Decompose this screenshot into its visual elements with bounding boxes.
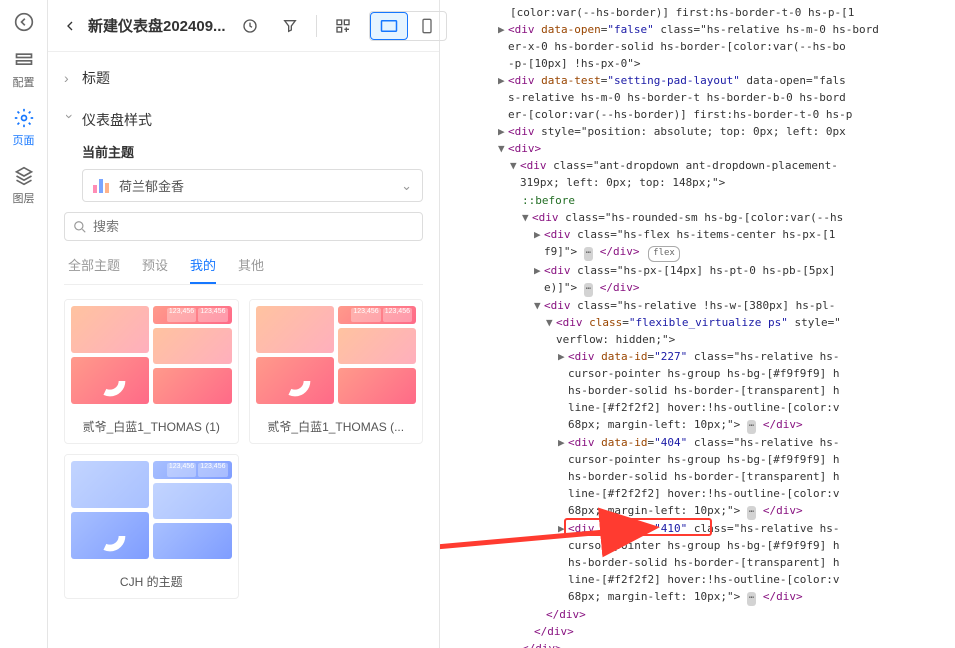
section-label: 仪表盘样式 — [82, 110, 152, 130]
section-label: 标题 — [82, 68, 110, 88]
selected-theme-name: 荷兰郁金香 — [119, 176, 391, 195]
header-bar: 新建仪表盘202409... — [48, 0, 439, 52]
tab-mine[interactable]: 我的 — [190, 255, 216, 284]
sidebar-config[interactable]: 配置 — [13, 50, 35, 90]
chevron-down-icon: › — [62, 114, 78, 126]
theme-card-label: CJH 的主题 — [65, 565, 238, 598]
dom-node-line[interactable]: 68px; margin-left: 10px;"> ⋯ </div> — [440, 588, 955, 606]
theme-card[interactable]: 123,456123,456 CJH 的主题 — [64, 454, 239, 599]
filter-icon[interactable] — [276, 12, 304, 40]
theme-card[interactable]: 123,456123,456 贰爷_白蓝1_THOMAS (... — [249, 299, 424, 444]
back-button[interactable] — [62, 18, 78, 34]
dom-node-line[interactable]: ▶<div class="hs-px-[14px] hs-pt-0 hs-pb-… — [440, 262, 955, 279]
dom-node-line[interactable]: hs-border-solid hs-border-[transparent] … — [440, 468, 955, 485]
dom-node-line[interactable]: er-[color:var(--hs-border)] first:hs-bor… — [440, 106, 955, 123]
dom-node-line[interactable]: cursor-pointer hs-group hs-bg-[#f9f9f9] … — [440, 537, 955, 554]
dom-node-line[interactable]: ▶<div style="position: absolute; top: 0p… — [440, 123, 955, 140]
dom-node-line[interactable]: er-x-0 hs-border-solid hs-border-[color:… — [440, 38, 955, 55]
dom-node-line[interactable]: ▼<div class="hs-rounded-sm hs-bg-[color:… — [440, 209, 955, 226]
dom-node-line[interactable]: -p-[10px] !hs-px-0"> — [440, 55, 955, 72]
theme-select-dropdown[interactable]: 荷兰郁金香 ⌄ — [82, 169, 423, 202]
settings-panel: 新建仪表盘202409... — [48, 0, 440, 648]
sidebar-label: 页面 — [13, 132, 35, 148]
theme-card-label: 贰爷_白蓝1_THOMAS (... — [250, 410, 423, 443]
devtools-elements-panel[interactable]: [color:var(--hs-border)] first:hs-border… — [440, 0, 955, 648]
dom-node-line[interactable]: 319px; left: 0px; top: 148px;"> — [440, 174, 955, 191]
tab-all[interactable]: 全部主题 — [68, 255, 120, 284]
dom-node-line[interactable]: ::before — [440, 192, 955, 209]
dom-node-line[interactable]: ▼<div class="hs-relative !hs-w-[380px] h… — [440, 297, 955, 314]
dom-node-line[interactable]: line-[#f2f2f2] hover:!hs-outline-[color:… — [440, 399, 955, 416]
dom-node-line[interactable]: cursor-pointer hs-group hs-bg-[#f9f9f9] … — [440, 451, 955, 468]
dom-node-line[interactable]: 68px; margin-left: 10px;"> ⋯ </div> — [440, 416, 955, 434]
search-input[interactable] — [93, 219, 414, 234]
dom-node-line[interactable]: verflow: hidden;"> — [440, 331, 955, 348]
dom-node-line[interactable]: ▶<div data-id="410" class="hs-relative h… — [440, 520, 955, 537]
style-section-toggle[interactable]: › 仪表盘样式 — [64, 104, 423, 136]
dom-node-line[interactable]: ▶<div data-id="227" class="hs-relative h… — [440, 348, 955, 365]
dom-node-line[interactable]: f9]"> ⋯ </div> flex — [440, 243, 955, 262]
dom-node-line[interactable]: ▼<div class="flexible_virtualize ps" sty… — [440, 314, 955, 331]
theme-search-box[interactable] — [64, 212, 423, 241]
dom-node-line[interactable]: ▶<div class="hs-flex hs-items-center hs-… — [440, 226, 955, 243]
dom-node-line[interactable]: </div> — [440, 640, 955, 648]
page-title: 新建仪表盘202409... — [88, 15, 226, 36]
left-icon-sidebar: 配置 页面 图层 — [0, 0, 48, 648]
dom-node-line[interactable]: </div> — [440, 623, 955, 640]
dom-node-line[interactable]: ▼<div class="ant-dropdown ant-dropdown-p… — [440, 157, 955, 174]
theme-grid: 123,456123,456 贰爷_白蓝1_THOMAS (1) — [64, 299, 423, 599]
theme-card-label: 贰爷_白蓝1_THOMAS (1) — [65, 410, 238, 443]
theme-tabs: 全部主题 预设 我的 其他 — [64, 255, 423, 285]
dom-node-line[interactable]: line-[#f2f2f2] hover:!hs-outline-[color:… — [440, 571, 955, 588]
sidebar-page[interactable]: 页面 — [13, 108, 35, 148]
title-section-toggle[interactable]: › 标题 — [64, 62, 423, 94]
current-theme-label: 当前主题 — [64, 142, 423, 161]
dom-node-line[interactable]: 68px; margin-left: 10px;"> ⋯ </div> — [440, 502, 955, 520]
theme-preview: 123,456123,456 — [250, 300, 423, 410]
add-widget-icon[interactable] — [329, 12, 357, 40]
dom-node-line[interactable]: [color:var(--hs-border)] first:hs-border… — [440, 4, 955, 21]
chevron-down-icon: ⌄ — [401, 178, 412, 194]
sidebar-label: 配置 — [13, 74, 35, 90]
dom-node-line[interactable]: line-[#f2f2f2] hover:!hs-outline-[color:… — [440, 485, 955, 502]
dom-node-line[interactable]: ▶<div data-open="false" class="hs-relati… — [440, 21, 955, 38]
dom-node-line[interactable]: s-relative hs-m-0 hs-border-t hs-border-… — [440, 89, 955, 106]
dom-node-line[interactable]: </div> — [440, 606, 955, 623]
dom-node-line[interactable]: hs-border-solid hs-border-[transparent] … — [440, 554, 955, 571]
dom-node-line[interactable]: ▼<div> — [440, 140, 955, 157]
device-toggle — [369, 11, 447, 41]
theme-card[interactable]: 123,456123,456 贰爷_白蓝1_THOMAS (1) — [64, 299, 239, 444]
desktop-device-button[interactable] — [370, 12, 408, 40]
theme-preview: 123,456123,456 — [65, 455, 238, 565]
sidebar-layers[interactable]: 图层 — [13, 166, 35, 206]
dom-node-line[interactable]: e)]"> ⋯ </div> — [440, 279, 955, 297]
tab-preset[interactable]: 预设 — [142, 255, 168, 284]
dom-node-line[interactable]: cursor-pointer hs-group hs-bg-[#f9f9f9] … — [440, 365, 955, 382]
search-icon — [73, 220, 87, 234]
tab-other[interactable]: 其他 — [238, 255, 264, 284]
dom-node-line[interactable]: ▶<div data-test="setting-pad-layout" dat… — [440, 72, 955, 89]
sidebar-label: 图层 — [13, 190, 35, 206]
undo-icon[interactable] — [236, 12, 264, 40]
dom-node-line[interactable]: hs-border-solid hs-border-[transparent] … — [440, 382, 955, 399]
theme-swatch-icon — [93, 179, 109, 193]
dom-node-line[interactable]: ▶<div data-id="404" class="hs-relative h… — [440, 434, 955, 451]
sidebar-back[interactable] — [14, 12, 34, 32]
theme-preview: 123,456123,456 — [65, 300, 238, 410]
chevron-right-icon: › — [64, 70, 76, 86]
